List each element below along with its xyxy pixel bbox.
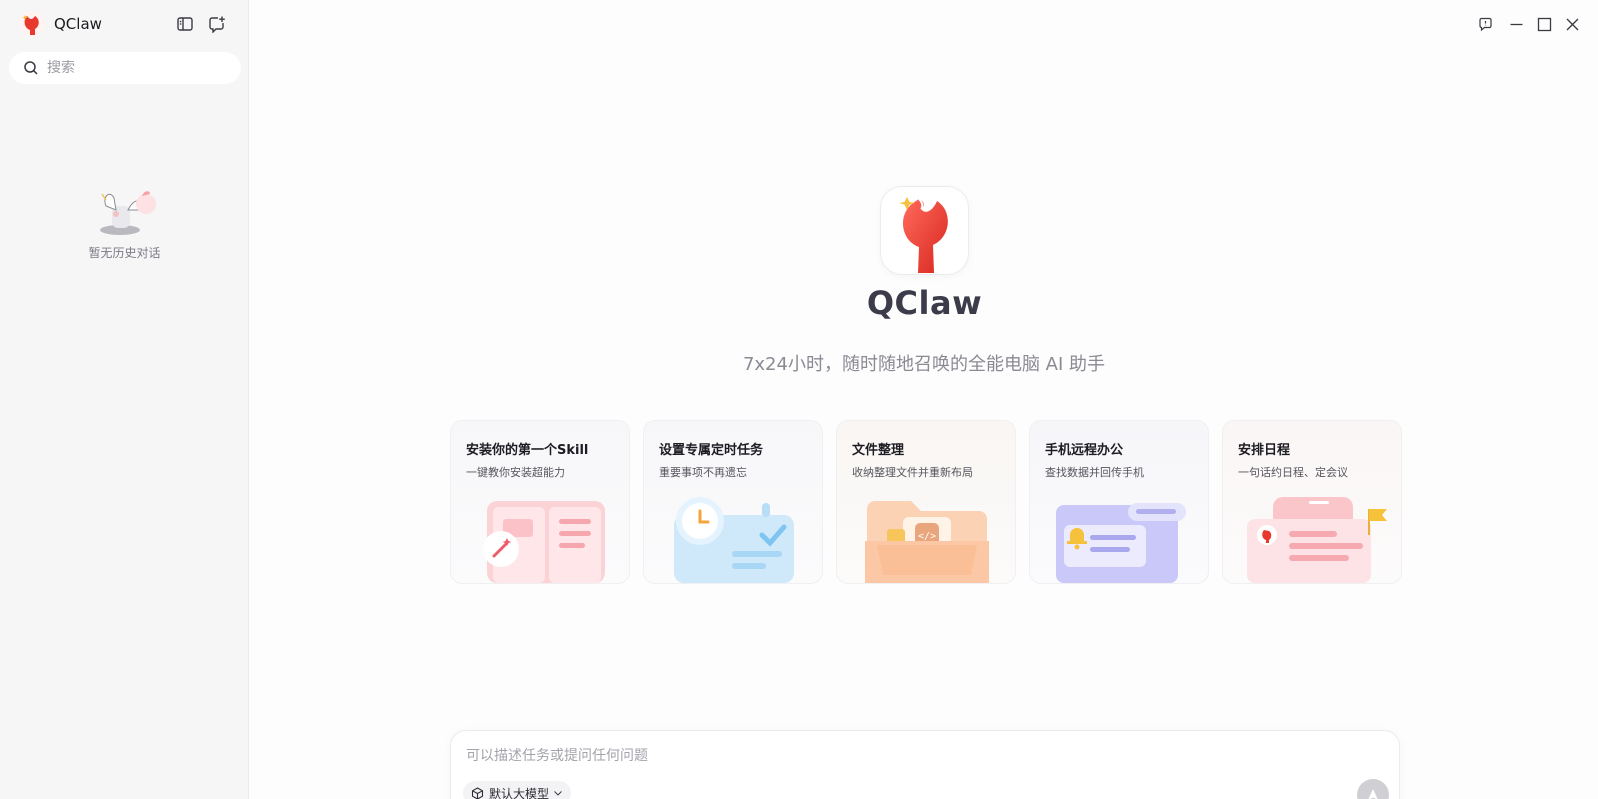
hero-title: QClaw <box>866 284 983 322</box>
search-box[interactable] <box>9 52 241 84</box>
card-title: 安装你的第一个Skill <box>466 443 589 458</box>
composer: 默认大模型 <box>450 730 1400 799</box>
sidebar-toggle-button[interactable] <box>174 13 196 35</box>
card-desc: 收纳整理文件并重新布局 <box>852 466 973 479</box>
card-desc: 一键教你安装超能力 <box>466 466 565 479</box>
search-icon <box>24 61 38 75</box>
card-scheduled-task[interactable]: 设置专属定时任务 重要事项不再遗忘 <box>643 420 823 584</box>
close-icon <box>1566 18 1578 30</box>
hero-subtitle: 7x24小时，随时随地召唤的全能电脑 AI 助手 <box>742 354 1106 375</box>
svg-text:</>: </> <box>918 531 936 542</box>
card-install-skill[interactable]: 安装你的第一个Skill 一键教你安装超能力 <box>450 420 630 584</box>
minimize-icon <box>1510 23 1522 25</box>
clock-task-illustration-icon <box>674 497 794 583</box>
new-chat-button[interactable] <box>206 13 228 35</box>
prompt-input[interactable] <box>466 745 1346 769</box>
chevron-down-icon <box>554 791 562 796</box>
feedback-icon <box>1478 17 1492 31</box>
send-arrow-icon <box>1368 789 1378 799</box>
card-desc: 重要事项不再遗忘 <box>659 466 747 479</box>
card-schedule[interactable]: 安排日程 一句话约日程、定会议 <box>1222 420 1402 584</box>
new-chat-icon <box>209 16 225 33</box>
qclaw-logo-icon <box>19 11 45 37</box>
calendar-schedule-illustration-icon <box>1247 497 1387 583</box>
hero-logo <box>880 186 969 275</box>
maximize-icon <box>1537 17 1551 31</box>
sidebar-toggle-icon <box>177 17 193 31</box>
card-title: 安排日程 <box>1238 443 1291 458</box>
qclaw-claw-icon <box>898 196 948 273</box>
model-selector[interactable]: 默认大模型 <box>463 781 572 799</box>
close-button[interactable] <box>1563 15 1581 33</box>
sidebar: QClaw 搜索 暂无历史对话 <box>0 0 249 799</box>
feedback-button[interactable] <box>1476 15 1494 33</box>
card-desc: 一句话约日程、定会议 <box>1238 466 1348 479</box>
card-file-organize[interactable]: 文件整理 收纳整理文件并重新布局 </> <box>836 420 1016 584</box>
empty-history-text: 暂无历史对话 <box>88 246 161 260</box>
skill-book-illustration-icon <box>483 501 605 583</box>
card-desc: 查找数据并回传手机 <box>1045 466 1144 479</box>
minimize-button[interactable] <box>1507 15 1525 33</box>
brand: QClaw <box>18 10 102 38</box>
cube-icon <box>471 786 484 799</box>
card-title: 手机远程办公 <box>1045 443 1124 458</box>
card-title: 文件整理 <box>852 443 905 458</box>
send-button[interactable] <box>1357 779 1389 799</box>
phone-remote-illustration-icon <box>1056 503 1186 583</box>
app-name: QClaw <box>54 15 102 33</box>
model-label: 默认大模型 <box>489 786 550 799</box>
card-title: 设置专属定时任务 <box>659 443 764 458</box>
folder-illustration-icon: </> <box>865 501 989 583</box>
maximize-button[interactable] <box>1535 15 1553 33</box>
search-input[interactable] <box>47 60 217 76</box>
card-phone-remote[interactable]: 手机远程办公 查找数据并回传手机 <box>1029 420 1209 584</box>
empty-history: 暂无历史对话 <box>0 184 249 261</box>
empty-history-illustration-icon <box>99 191 156 235</box>
